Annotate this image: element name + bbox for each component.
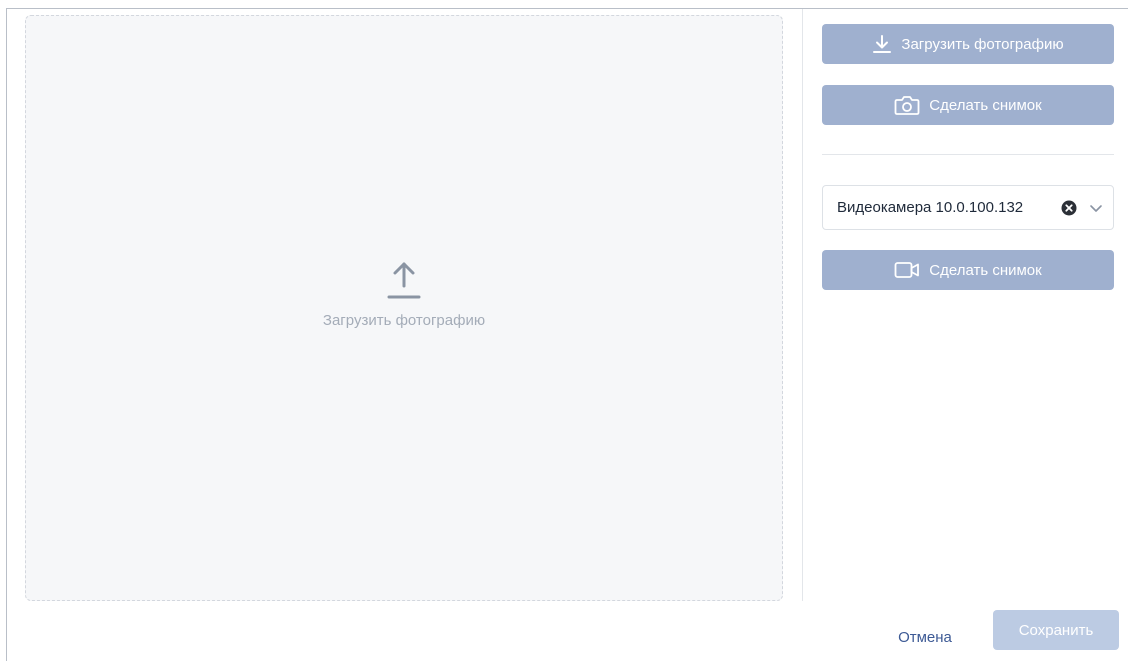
dropzone-label: Загрузить фотографию [322,312,486,329]
upload-photo-label: Загрузить фотографию [901,35,1064,53]
video-snapshot-label: Сделать снимок [929,261,1042,279]
horizontal-divider [822,154,1114,155]
chevron-down-icon[interactable] [1089,201,1103,215]
clear-icon[interactable] [1061,200,1077,216]
photo-dialog: Загрузить фотографию Загрузить фотографи… [6,8,1128,661]
download-icon [872,34,892,54]
upload-photo-button[interactable]: Загрузить фотографию [822,24,1114,64]
photo-dropzone[interactable]: Загрузить фотографию [25,15,783,601]
vertical-divider [802,9,803,601]
video-camera-icon [894,261,920,279]
upload-icon [387,260,421,300]
camera-icon [894,94,920,116]
dropzone-content: Загрузить фотографию [26,260,782,329]
camera-select-value: Видеокамера 10.0.100.132 [837,199,1024,216]
take-snapshot-label: Сделать снимок [929,96,1042,114]
save-button[interactable]: Сохранить [993,610,1119,650]
take-snapshot-button[interactable]: Сделать снимок [822,85,1114,125]
video-snapshot-button[interactable]: Сделать снимок [822,250,1114,290]
camera-select[interactable]: Видеокамера 10.0.100.132 [822,185,1114,230]
cancel-button[interactable]: Отмена [880,618,970,656]
